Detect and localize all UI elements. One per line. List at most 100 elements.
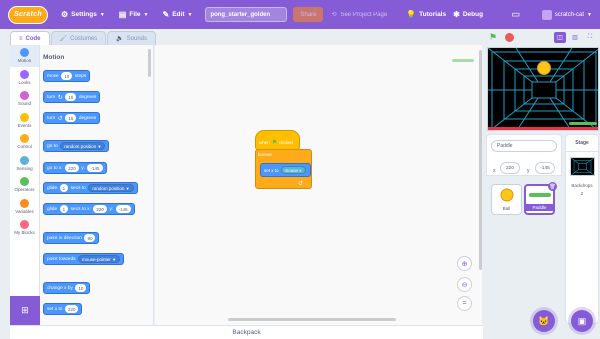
dropdown-value: random position [92,185,125,191]
block-text: point in direction [47,235,82,241]
workspace-vertical-scrollbar[interactable] [479,50,482,270]
stage-canvas[interactable] [487,47,599,131]
add-extension-button[interactable]: ⊞ [10,296,40,325]
sensing-dot-icon [20,155,29,165]
stage-selector-heading: Stage [566,135,598,152]
category-control[interactable]: Control [10,131,39,153]
block-input[interactable]: 10 [75,284,87,292]
block-change-x[interactable]: change x by 10 [43,282,91,294]
category-operators[interactable]: Operators [10,174,39,196]
settings-menu[interactable]: ⚙ Settings ▼ [54,0,112,29]
bottom-line [488,127,598,130]
sprite-x-input[interactable]: 220 [500,162,520,174]
block-dropdown[interactable]: random position ▼ [60,142,106,150]
y-label: y [527,168,530,174]
chevron-down-icon: ▼ [143,11,149,18]
category-variables[interactable]: Variables [10,196,39,218]
block-point-in-direction[interactable]: point in direction 90 [43,232,100,244]
small-stage-icon[interactable]: ◫ [554,32,566,43]
sprite-thumb-paddle[interactable]: 🗑 Paddle [524,182,557,215]
block-input[interactable]: 90 [84,234,96,242]
sprite-name-input[interactable]: Paddle [491,140,557,152]
add-sprite-button[interactable]: 🐱 [533,310,555,332]
block-input[interactable]: 15 [65,114,77,122]
block-input[interactable]: -145 [115,205,131,213]
code-workspace[interactable] [155,45,482,325]
block-set-x[interactable]: set x to 220 [43,303,83,315]
debug-button[interactable]: ✱ Debug [453,0,490,29]
gear-icon: ⚙ [61,10,69,19]
zoom-reset-button[interactable]: = [457,296,472,311]
block-go-to-xy[interactable]: go to x: 220 y: -145 [43,162,107,174]
menu-right: ▭ scratch-cat ▼ [498,0,600,29]
block-turn-right[interactable]: turn ↻ 15 degrees [43,91,101,103]
project-title-input[interactable]: pong_starter_golden [205,7,288,22]
block-when-flag-clicked[interactable]: when ⚑ clicked [255,130,300,150]
block-dropdown[interactable]: mouse-pointer ▼ [78,255,121,263]
tab-costumes[interactable]: 🖌 Costumes [50,31,107,45]
palette-scrollbar[interactable] [148,49,151,77]
paddle-thumb-icon [528,193,551,197]
block-input[interactable]: 220 [93,205,107,213]
category-my-blocks[interactable]: My Blocks [10,217,39,239]
block-text: turn [47,115,56,121]
block-input[interactable]: 15 [65,93,77,101]
category-label: Looks [18,79,31,85]
lightbulb-icon: 💡 [406,10,417,19]
category-sound[interactable]: Sound [10,88,39,110]
block-input[interactable]: 220 [64,305,79,313]
workspace-horizontal-scrollbar[interactable] [228,318,396,321]
backdrop-thumbnail [570,157,595,176]
mouse-x-reporter[interactable]: mouse x [280,166,306,174]
see-project-page-link[interactable]: ⟲ See Project Page [331,11,387,19]
sprite-thumb-ball[interactable]: Ball [491,184,522,215]
block-input[interactable]: 220 [65,164,79,172]
tab-code[interactable]: ≡ Code [10,31,50,45]
stop-icon[interactable] [505,33,514,42]
block-text: change x by [47,285,73,291]
block-glide-to[interactable]: glide 1 secs to random position ▼ [43,182,138,194]
block-input[interactable]: 10 [61,72,73,80]
my-stuff-folder-icon[interactable]: ▭ [498,9,534,20]
green-flag-icon[interactable]: ⚑ [489,32,497,43]
category-label: My Blocks [14,230,35,236]
block-go-to[interactable]: go to random position ▼ [43,140,110,152]
block-dropdown[interactable]: random position ▼ [88,184,134,192]
sprite-y-input[interactable]: -145 [535,162,555,174]
fullscreen-icon[interactable]: ⛶ [584,32,596,43]
scratch-logo[interactable]: Scratch [8,5,48,24]
category-sensing[interactable]: Sensing [10,153,39,175]
category-label: Variables [15,208,34,214]
editor-tabs: ≡ Code 🖌 Costumes 🔈 Sounds [10,31,156,45]
block-input[interactable]: -145 [87,164,103,172]
block-glide-xy[interactable]: glide 1 secs to x: 220 y: -145 [43,203,135,215]
block-turn-left[interactable]: turn ↺ 15 degrees [43,112,101,124]
tutorials-button[interactable]: 💡 Tutorials [399,0,453,29]
zoom-out-button[interactable]: ⊖ [457,277,472,292]
block-text: point towards [47,256,76,262]
backpack-bar[interactable]: Backpack [10,325,483,339]
block-point-towards[interactable]: point towards mouse-pointer ▼ [43,253,125,265]
edit-menu[interactable]: ✎ Edit ▼ [156,0,200,29]
category-looks[interactable]: Looks [10,67,39,89]
dropdown-value: mouse-pointer [82,256,111,262]
category-label: Sound [17,101,31,107]
file-menu[interactable]: ▤ File ▼ [112,0,156,29]
block-move-steps[interactable]: move 10 steps [43,70,91,82]
block-input[interactable]: 1 [59,205,69,213]
tab-sounds[interactable]: 🔈 Sounds [107,31,156,45]
add-backdrop-button[interactable]: ▣ [571,310,593,332]
category-motion[interactable]: Motion [10,45,39,67]
category-events[interactable]: Events [10,110,39,132]
zoom-in-button[interactable]: ⊕ [457,256,472,271]
account-menu[interactable]: scratch-cat ▼ [534,9,600,20]
block-text: steps [74,73,87,79]
file-icon: ▤ [118,10,127,19]
block-input[interactable]: 1 [59,184,69,192]
trash-icon[interactable]: 🗑 [548,182,557,191]
share-button[interactable]: Share [293,7,324,22]
stage-selector[interactable]: Stage Backdrops 2 [565,134,599,324]
block-set-x-to-mouse-x[interactable]: set x to mouse x [260,163,311,177]
block-text: secs to x: [70,206,91,212]
large-stage-icon[interactable]: ▥ [569,32,581,43]
